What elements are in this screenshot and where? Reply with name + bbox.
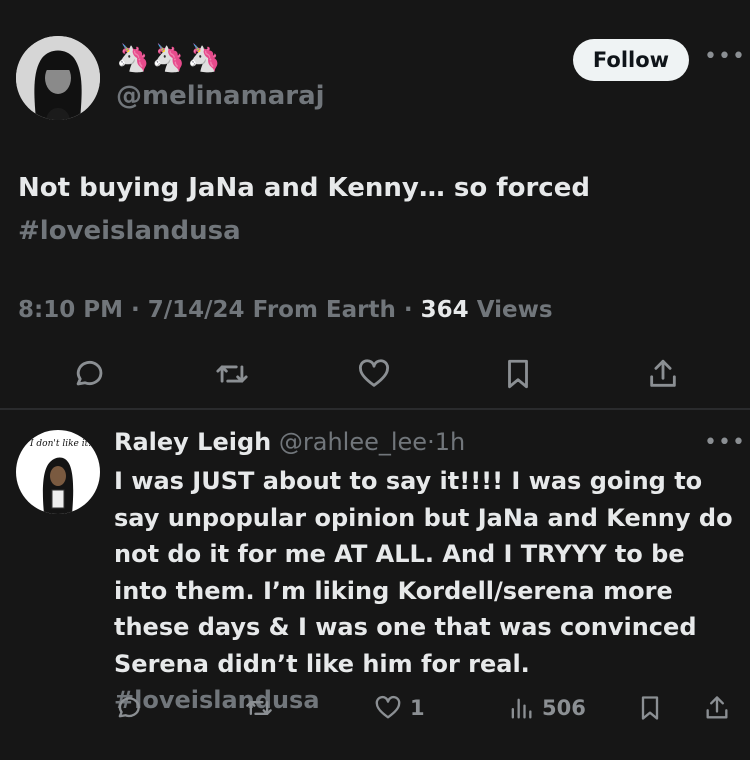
tweet-meta: 8:10 PM · 7/14/24 From Earth · 364 Views [18, 297, 553, 323]
share-icon[interactable] [703, 694, 731, 722]
user-handle[interactable]: @melinamaraj [116, 79, 325, 113]
like-icon[interactable] [357, 357, 391, 391]
reply-avatar[interactable]: I don't like it. [16, 430, 100, 514]
hashtag-link[interactable]: #loveislandusa [114, 686, 320, 714]
views-icon[interactable] [507, 694, 535, 722]
reply-tweet[interactable]: I don't like it. Raley Leigh @rahlee_lee… [0, 410, 750, 760]
follow-button[interactable]: Follow [573, 39, 689, 81]
bookmark-icon[interactable] [501, 357, 535, 391]
hashtag-link[interactable]: #loveislandusa [18, 210, 718, 253]
reply-time[interactable]: 1h [435, 428, 465, 456]
reply-icon[interactable] [71, 357, 105, 391]
avatar[interactable] [16, 36, 100, 120]
tweet-detail-page: 🦄🦄🦄 @melinamaraj Follow ••• Not buying J… [0, 0, 750, 760]
reply-header: Raley Leigh @rahlee_lee·1h [114, 428, 466, 456]
tweet-time: 8:10 PM [18, 297, 123, 323]
share-icon[interactable] [646, 357, 680, 391]
avatar-caption: I don't like it. [30, 439, 92, 449]
reply-icon[interactable] [114, 694, 142, 722]
reply-body: I was JUST about to say it!!!! I was goi… [114, 467, 733, 678]
display-name: 🦄🦄🦄 [116, 43, 223, 74]
retweet-icon[interactable] [215, 357, 249, 391]
main-tweet: 🦄🦄🦄 @melinamaraj Follow ••• Not buying J… [0, 0, 750, 408]
tweet-text: Not buying JaNa and Kenny… so forced #lo… [18, 167, 718, 253]
tweet-source: From Earth [252, 297, 396, 323]
more-options-icon[interactable]: ••• [704, 44, 746, 69]
views-label: Views [476, 297, 553, 323]
views-count: 364 [420, 297, 469, 323]
avatar-portrait [16, 36, 100, 120]
tweet-date[interactable]: 7/14/24 [148, 297, 245, 323]
like-count: 1 [410, 696, 425, 720]
reply-handle[interactable]: @rahlee_lee [279, 428, 427, 456]
views-count: 506 [542, 696, 586, 720]
bookmark-icon[interactable] [636, 694, 664, 722]
tweet-body: Not buying JaNa and Kenny… so forced [18, 173, 590, 203]
reply-text: I was JUST about to say it!!!! I was goi… [114, 463, 739, 719]
more-options-icon[interactable]: ••• [704, 430, 746, 455]
reply-display-name[interactable]: Raley Leigh [114, 428, 271, 456]
retweet-icon[interactable] [245, 694, 273, 722]
like-icon[interactable] [374, 694, 402, 722]
